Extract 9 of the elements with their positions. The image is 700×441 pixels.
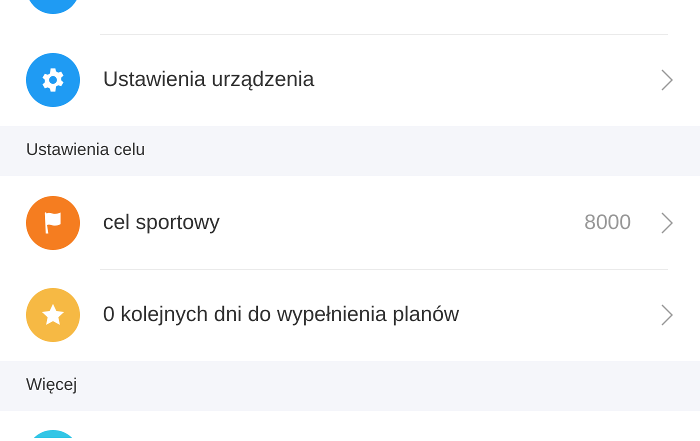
chevron-icon[interactable] [661,304,673,326]
section-header: Ustawienia celu [0,126,700,176]
chevron-icon[interactable] [661,69,673,91]
row-label[interactable]: Ustawienia urządzenia [103,68,661,92]
row-label[interactable]: 0 kolejnych dni do wypełnienia planów [103,303,661,327]
row-value: 8000 [584,210,631,234]
chevron-icon[interactable] [661,212,673,234]
row-label[interactable]: cel sportowy [103,210,584,234]
section-header: Więcej [0,361,700,411]
